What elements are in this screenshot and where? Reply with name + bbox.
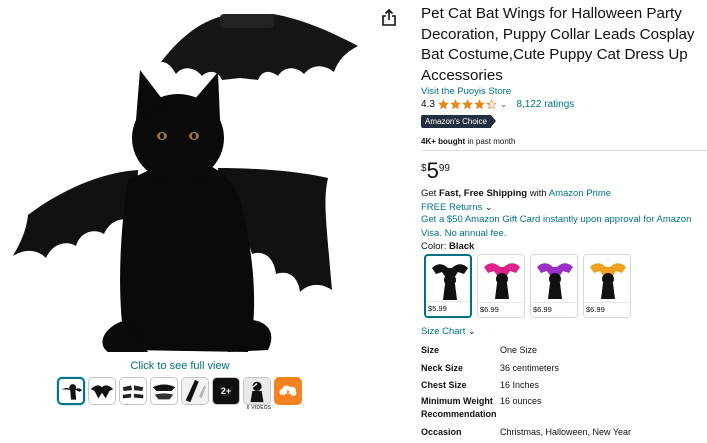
color-swatch[interactable]: $6.99 bbox=[477, 254, 525, 318]
spec-value: One Size bbox=[500, 345, 538, 355]
spec-value: 16 ounces bbox=[500, 396, 542, 406]
chevron-down-icon: ⌄ bbox=[484, 202, 493, 212]
amazon-prime-link[interactable]: Amazon Prime bbox=[549, 188, 611, 199]
color-swatch[interactable]: $6.99 bbox=[583, 254, 631, 318]
bought-in-past-month: 4K+ bought in past month bbox=[421, 137, 515, 146]
swatch-image bbox=[537, 263, 573, 299]
spec-value: 16 Inches bbox=[500, 380, 540, 390]
video-thumbnail[interactable] bbox=[274, 377, 302, 405]
price-fraction: 99 bbox=[438, 163, 450, 174]
thumbnail-7[interactable] bbox=[243, 377, 271, 405]
product-title: Pet Cat Bat Wings for Halloween Party De… bbox=[421, 5, 695, 84]
spec-value: 36 centimeters bbox=[500, 363, 560, 373]
shipping-prefix: Get bbox=[421, 188, 439, 199]
thumbnail-6[interactable]: 2+ bbox=[212, 377, 240, 405]
divider bbox=[421, 150, 707, 151]
thumbnail-3[interactable] bbox=[119, 377, 147, 405]
shipping-info: Get Fast, Free Shipping with Amazon Prim… bbox=[421, 188, 611, 199]
videos-caption: 6 VIDEOS bbox=[246, 405, 272, 411]
spec-key: Chest Size bbox=[421, 380, 467, 390]
price: $ 5 99 bbox=[421, 160, 450, 182]
spec-key: Size bbox=[421, 345, 440, 355]
star-icon bbox=[438, 98, 449, 109]
spec-key: Occasion bbox=[421, 427, 462, 437]
thumbnail-5[interactable] bbox=[181, 377, 209, 405]
thumbnail-strip: 2+ bbox=[57, 377, 302, 405]
more-images-count: 2+ bbox=[213, 378, 239, 404]
star-rating[interactable] bbox=[438, 98, 497, 110]
bought-count: 4K+ bought bbox=[421, 137, 466, 146]
thumbnail-1[interactable] bbox=[57, 377, 85, 405]
color-swatches: $5.99 $6.99 $6.99 $6.99 bbox=[424, 254, 631, 318]
shipping-middle: with bbox=[527, 188, 549, 199]
bat-wings-illustration bbox=[161, 14, 358, 80]
size-chart-link[interactable]: Size Chart ⌄ bbox=[421, 326, 476, 337]
swatch-price: $5.99 bbox=[426, 301, 470, 316]
ratings-count-link[interactable]: 8,122 ratings bbox=[516, 99, 574, 110]
star-icon bbox=[486, 98, 497, 109]
free-returns-link[interactable]: FREE Returns ⌄ bbox=[421, 202, 492, 213]
rating-row: 4.3 ⌄ 8,122 ratings bbox=[421, 98, 574, 110]
thumbnail-2[interactable] bbox=[88, 377, 116, 405]
product-main-image[interactable] bbox=[8, 0, 378, 356]
free-returns-label: FREE Returns bbox=[421, 202, 483, 213]
full-view-link[interactable]: Click to see full view bbox=[0, 360, 360, 372]
color-swatch[interactable]: $5.99 bbox=[424, 254, 472, 318]
gift-card-offer-link[interactable]: Get a $50 Amazon Gift Card instantly upo… bbox=[421, 213, 697, 240]
amazons-choice-badge: Amazon's Choice bbox=[421, 115, 496, 128]
share-icon[interactable] bbox=[381, 9, 397, 27]
swatch-image bbox=[590, 263, 626, 299]
size-chart-label: Size Chart bbox=[421, 326, 466, 337]
spec-key: Minimum Weight Recommendation bbox=[421, 396, 497, 419]
chevron-down-icon: ⌄ bbox=[468, 326, 476, 336]
swatch-price: $6.99 bbox=[584, 302, 630, 317]
chevron-down-icon[interactable]: ⌄ bbox=[500, 99, 508, 110]
swatch-image bbox=[484, 263, 520, 299]
thumbnail-4[interactable] bbox=[150, 377, 178, 405]
swatch-image bbox=[432, 264, 468, 300]
color-selection-label: Color: Black bbox=[421, 241, 474, 252]
color-label: Color: bbox=[421, 241, 449, 252]
shipping-bold: Fast, Free Shipping bbox=[438, 188, 528, 199]
bought-suffix: in past month bbox=[465, 137, 516, 146]
star-icon bbox=[450, 98, 461, 109]
star-icon bbox=[474, 98, 485, 109]
spec-value: Christmas, Halloween, New Year bbox=[500, 427, 632, 437]
price-whole: 5 bbox=[426, 158, 439, 183]
store-link[interactable]: Visit the Puoyis Store bbox=[421, 86, 511, 97]
left-wing bbox=[13, 170, 138, 258]
star-icon bbox=[462, 98, 473, 109]
spec-key: Neck Size bbox=[421, 363, 464, 373]
swatch-price: $6.99 bbox=[531, 302, 577, 317]
color-value: Black bbox=[448, 241, 475, 252]
color-swatch[interactable]: $6.99 bbox=[530, 254, 578, 318]
rating-value: 4.3 bbox=[421, 98, 435, 110]
swatch-price: $6.99 bbox=[478, 302, 524, 317]
